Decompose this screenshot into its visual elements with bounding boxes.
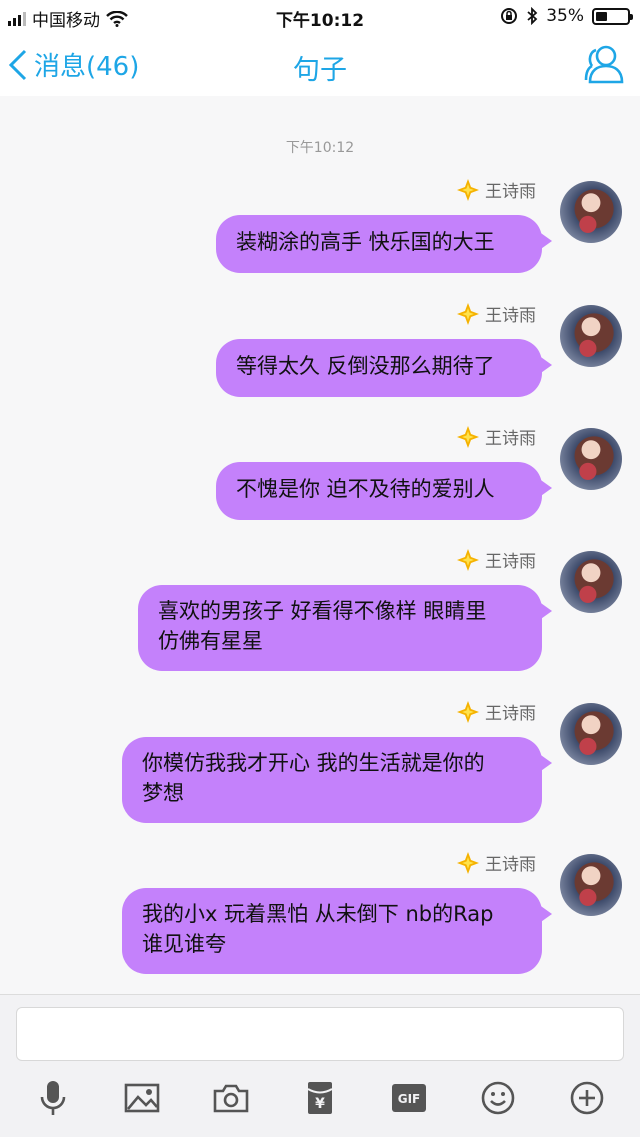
sender-name[interactable]: 王诗雨 [485, 699, 536, 724]
input-toolbar: ¥ GIF [0, 1075, 640, 1121]
message-bubble[interactable]: 不愧是你 迫不及待的爱别人 [216, 462, 552, 520]
gif-icon[interactable]: GIF [386, 1075, 432, 1121]
input-area: ¥ GIF [0, 994, 640, 1137]
camera-icon[interactable] [208, 1075, 254, 1121]
plus-icon[interactable] [564, 1075, 610, 1121]
sender-row: 王诗雨 [457, 699, 536, 724]
message-text: 不愧是你 迫不及待的爱别人 [236, 477, 495, 501]
chat-timestamp: 下午10:12 [285, 140, 355, 156]
message-bubble[interactable]: 我的小x 玩着黑怕 从未倒下 nb的Rap 谁见谁夸 [122, 888, 552, 974]
sender-row: 王诗雨 [457, 177, 536, 202]
message-text-line: 我的小x 玩着黑怕 从未倒下 nb的Rap [142, 902, 494, 926]
message-text-line: 仿佛有星星 [158, 629, 263, 653]
star-badge-icon [457, 302, 479, 325]
star-badge-icon [457, 425, 479, 448]
star-badge-icon [457, 700, 479, 723]
microphone-icon[interactable] [30, 1075, 76, 1121]
avatar[interactable] [560, 305, 622, 367]
message-text: 装糊涂的高手 快乐国的大王 [236, 230, 495, 254]
message-text-line: 谁见谁夸 [142, 932, 226, 956]
svg-text:¥: ¥ [315, 1096, 325, 1112]
message-bubble[interactable]: 你模仿我我才开心 我的生活就是你的 梦想 [122, 737, 552, 823]
emoji-icon[interactable] [475, 1075, 521, 1121]
star-badge-icon [457, 851, 479, 874]
status-bar: 中国移动 下午10:12 35% [0, 0, 640, 34]
sender-row: 王诗雨 [457, 301, 536, 326]
message-input[interactable] [16, 1007, 624, 1061]
message-text: 等得太久 反倒没那么期待了 [236, 354, 495, 378]
sender-row: 王诗雨 [457, 850, 536, 875]
svg-text:GIF: GIF [398, 1092, 421, 1106]
status-right: 35% [500, 6, 633, 26]
message-bubble[interactable]: 等得太久 反倒没那么期待了 [216, 339, 552, 397]
sender-name[interactable]: 王诗雨 [485, 547, 536, 572]
sender-name[interactable]: 王诗雨 [485, 177, 536, 202]
nav-bar: 消息(46) 句子 [0, 36, 640, 96]
sender-name[interactable]: 王诗雨 [485, 850, 536, 875]
sender-name[interactable]: 王诗雨 [485, 424, 536, 449]
sender-row: 王诗雨 [457, 424, 536, 449]
message-text-line: 你模仿我我才开心 我的生活就是你的 [142, 751, 485, 775]
lock-rotation-icon [501, 8, 518, 24]
avatar[interactable] [560, 428, 622, 490]
message-text-line: 喜欢的男孩子 好看得不像样 眼睛里 [158, 599, 487, 623]
profile-icon[interactable] [582, 44, 626, 88]
sender-name[interactable]: 王诗雨 [485, 301, 536, 326]
message-bubble[interactable]: 装糊涂的高手 快乐国的大王 [216, 215, 552, 273]
message-text-line: 梦想 [142, 781, 184, 805]
message-bubble[interactable]: 喜欢的男孩子 好看得不像样 眼睛里 仿佛有星星 [138, 585, 552, 671]
sender-row: 王诗雨 [457, 547, 536, 572]
avatar[interactable] [560, 181, 622, 243]
avatar[interactable] [560, 703, 622, 765]
red-packet-icon[interactable]: ¥ [297, 1075, 343, 1121]
bluetooth-icon [527, 7, 538, 25]
battery-icon [592, 7, 633, 25]
star-badge-icon [457, 178, 479, 201]
battery-fill [596, 11, 607, 21]
star-badge-icon [457, 548, 479, 571]
avatar[interactable] [560, 551, 622, 613]
chat-area[interactable]: 下午10:12 王诗雨 装糊涂的高手 快乐国的大王 王诗雨 等得太久 反倒没那么期待了… [0, 96, 640, 994]
avatar[interactable] [560, 854, 622, 916]
battery-percent: 35% [546, 6, 584, 26]
image-icon[interactable] [119, 1075, 165, 1121]
page-title: 句子 [293, 55, 347, 86]
